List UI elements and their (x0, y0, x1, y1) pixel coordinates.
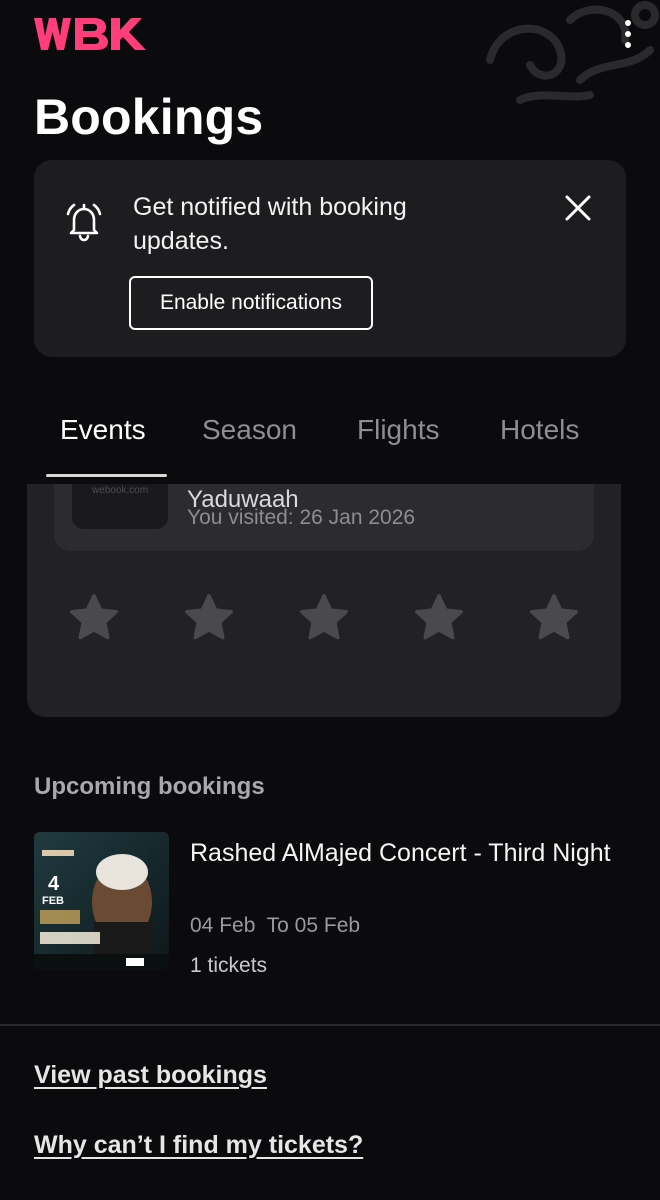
booking-tabs: Events Season Flights Hotels (0, 400, 660, 480)
tab-hotels[interactable]: Hotels (500, 414, 579, 446)
bell-icon (66, 203, 102, 242)
kebab-menu-icon[interactable] (614, 14, 642, 54)
booking-title: Rashed AlMajed Concert - Third Night (190, 839, 611, 867)
star-5-icon[interactable] (525, 590, 583, 646)
review-card: webook.com Yaduwaah You visited: 26 Jan … (27, 484, 621, 717)
star-2-icon[interactable] (180, 590, 238, 646)
visit-card[interactable]: webook.com Yaduwaah You visited: 26 Jan … (54, 484, 594, 551)
star-3-icon[interactable] (295, 590, 353, 646)
booking-item[interactable]: 4 FEB Rashed AlMajed Concert - Third Nig… (34, 832, 634, 982)
notification-message: Get notified with booking updates. (133, 193, 407, 255)
upcoming-bookings-heading: Upcoming bookings (34, 773, 265, 800)
active-tab-indicator (46, 474, 167, 477)
thumbnail-watermark: webook.com (91, 485, 149, 496)
section-divider (0, 1024, 660, 1026)
brand-logo[interactable] (34, 18, 146, 50)
find-tickets-help-link[interactable]: Why can’t I find my tickets? (34, 1131, 363, 1160)
tab-season[interactable]: Season (202, 414, 297, 446)
visited-date: You visited: 26 Jan 2026 (187, 506, 416, 529)
svg-text:4: 4 (48, 873, 60, 895)
star-1-icon[interactable] (65, 590, 123, 646)
venue-thumbnail: webook.com (72, 484, 168, 529)
event-poster: 4 FEB (34, 832, 169, 970)
star-rating (27, 582, 621, 652)
star-4-icon[interactable] (410, 590, 468, 646)
page-title: Bookings (34, 89, 264, 145)
notification-banner: Get notified with booking updates. Enabl… (34, 160, 626, 357)
booking-dates: 04 Feb To 05 Feb (190, 914, 361, 937)
tab-events[interactable]: Events (60, 414, 146, 446)
close-icon[interactable] (562, 192, 594, 224)
booking-ticket-count: 1 tickets (190, 954, 268, 977)
tab-flights[interactable]: Flights (357, 414, 439, 446)
poster-month: FEB (42, 895, 64, 907)
view-past-bookings-link[interactable]: View past bookings (34, 1061, 267, 1090)
enable-notifications-button[interactable]: Enable notifications (129, 276, 373, 330)
